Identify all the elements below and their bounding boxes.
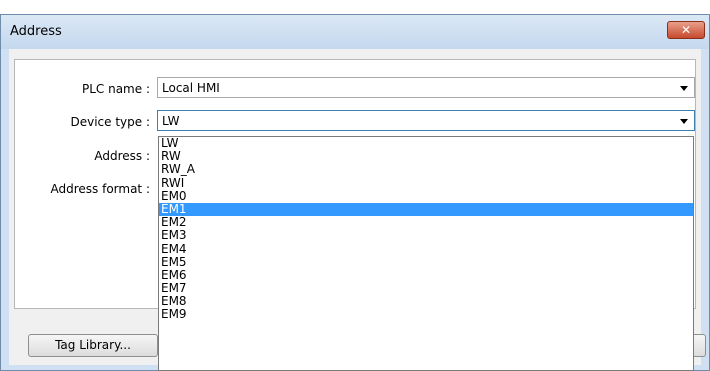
plc-name-label: PLC name : bbox=[81, 82, 150, 96]
dropdown-option[interactable]: RWI bbox=[159, 176, 693, 190]
dialog-button-partial[interactable] bbox=[694, 334, 706, 357]
device-type-select[interactable]: LW bbox=[157, 110, 695, 131]
address-label: Address : bbox=[94, 149, 150, 163]
close-icon: ✕ bbox=[680, 23, 692, 37]
device-type-label: Device type : bbox=[70, 115, 150, 129]
device-type-value: LW bbox=[162, 114, 180, 128]
dropdown-option[interactable]: RW bbox=[159, 150, 693, 163]
dropdown-option[interactable]: LW bbox=[159, 137, 693, 150]
title-bar[interactable]: Address ✕ bbox=[1, 15, 709, 49]
dropdown-option-selected[interactable]: EM1 bbox=[159, 202, 693, 217]
dialog-title: Address bbox=[10, 24, 62, 39]
dropdown-option[interactable]: EM7 bbox=[159, 281, 693, 295]
address-format-label: Address format : bbox=[50, 182, 151, 196]
dropdown-option[interactable]: RW_A bbox=[159, 163, 693, 176]
dropdown-option[interactable]: EM4 bbox=[159, 242, 693, 256]
chevron-down-icon bbox=[680, 86, 688, 91]
dropdown-option[interactable]: EM3 bbox=[159, 229, 693, 242]
chevron-down-icon bbox=[680, 119, 688, 124]
dropdown-option[interactable]: EM0 bbox=[159, 189, 693, 203]
tag-library-button[interactable]: Tag Library... bbox=[28, 334, 158, 357]
plc-name-value: Local HMI bbox=[162, 81, 220, 95]
plc-name-select[interactable]: Local HMI bbox=[157, 77, 695, 98]
dropdown-option[interactable]: EM8 bbox=[159, 295, 693, 308]
dropdown-option[interactable]: EM5 bbox=[159, 255, 693, 269]
dropdown-option[interactable]: EM6 bbox=[159, 268, 693, 282]
dropdown-option[interactable]: EM9 bbox=[159, 308, 693, 321]
close-button[interactable]: ✕ bbox=[667, 21, 705, 39]
device-type-dropdown-list[interactable]: LW RW RW_A RWI EM0 EM1 EM2 EM3 EM4 EM5 E… bbox=[158, 136, 694, 371]
dropdown-option[interactable]: EM2 bbox=[159, 216, 693, 229]
